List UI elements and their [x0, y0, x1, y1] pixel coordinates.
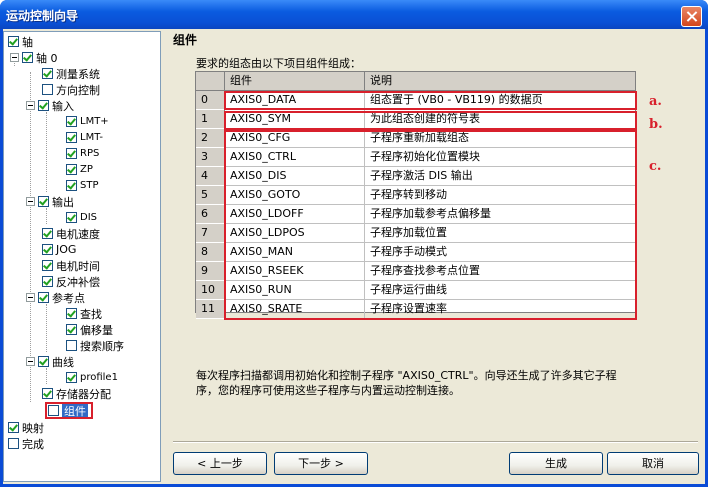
collapse-icon[interactable] [26, 293, 35, 302]
checkbox-icon [38, 196, 49, 207]
row-index-cell: 7 [196, 224, 225, 243]
tree-item-backlash[interactable]: 反冲补偿 [42, 274, 100, 289]
separator [173, 441, 698, 443]
title-bar: 运动控制向导 [0, 0, 708, 29]
annotation-box-b [224, 111, 637, 130]
checkbox-icon [66, 340, 77, 351]
tree-item-profile1[interactable]: profile1 [66, 370, 118, 385]
tree-item-profile[interactable]: 曲线 [26, 354, 74, 369]
collapse-icon[interactable] [10, 53, 19, 62]
tree-item-axis[interactable]: 轴 [8, 34, 33, 49]
row-index-cell: 3 [196, 148, 225, 167]
tree-item-direction[interactable]: 方向控制 [42, 82, 100, 97]
annotation-label-c: c. [649, 159, 662, 174]
back-button[interactable]: < 上一步 [173, 452, 267, 475]
checkbox-icon [66, 212, 77, 223]
tree-item-offset[interactable]: 偏移量 [66, 322, 113, 337]
checkbox-icon [42, 276, 53, 287]
tree-item-axis0[interactable]: 轴 0 [10, 50, 58, 65]
column-header-index [196, 72, 225, 91]
checkbox-icon [22, 52, 33, 63]
highlight-frame [45, 402, 93, 419]
checkbox-icon [38, 292, 49, 303]
checkbox-icon [66, 308, 77, 319]
tree-item-lmt-plus[interactable]: LMT+ [66, 114, 109, 129]
tree-item-finish[interactable]: 完成 [8, 436, 44, 451]
checkbox-icon [42, 228, 53, 239]
row-index-cell: 0 [196, 91, 225, 110]
tree-item-mapping[interactable]: 映射 [8, 420, 44, 435]
tree-item-rps[interactable]: RPS [66, 146, 99, 161]
annotation-label-a: a. [649, 94, 662, 109]
collapse-icon[interactable] [26, 101, 35, 110]
tree-item-outputs[interactable]: 输出 [26, 194, 74, 209]
row-index-cell: 8 [196, 243, 225, 262]
checkbox-icon [8, 438, 19, 449]
checkbox-icon [66, 372, 77, 383]
intro-text: 要求的组态由以下项目组件组成： [196, 57, 361, 70]
checkbox-icon [66, 116, 77, 127]
collapse-icon[interactable] [26, 197, 35, 206]
row-index-cell: 4 [196, 167, 225, 186]
tree-item-lmt-minus[interactable]: LMT- [66, 130, 103, 145]
checkbox-icon [66, 164, 77, 175]
checkbox-icon [42, 260, 53, 271]
column-header-description: 说明 [365, 72, 635, 91]
checkbox-icon [38, 100, 49, 111]
checkbox-icon [42, 244, 53, 255]
checkbox-icon [8, 422, 19, 433]
dialog-client-area: 轴 轴 0 测量系统 方向控制 输入 LMT+ LMT- RPS ZP STP … [3, 29, 705, 484]
column-header-component: 组件 [225, 72, 365, 91]
wizard-steps-tree[interactable]: 轴 轴 0 测量系统 方向控制 输入 LMT+ LMT- RPS ZP STP … [3, 31, 161, 482]
tree-item-reference[interactable]: 参考点 [26, 290, 85, 305]
checkbox-icon [8, 36, 19, 47]
row-index-cell: 1 [196, 110, 225, 129]
annotation-box-a [224, 91, 637, 110]
page-title: 组件 [173, 33, 198, 47]
tree-item-dis[interactable]: DIS [66, 210, 97, 225]
tree-item-motor-time[interactable]: 电机时间 [42, 258, 100, 273]
next-button[interactable]: 下一步 > [274, 452, 368, 475]
table-header: 组件 说明 [196, 72, 635, 91]
collapse-icon[interactable] [26, 357, 35, 366]
checkbox-icon [66, 324, 77, 335]
row-index-cell: 11 [196, 300, 225, 319]
checkbox-icon [42, 84, 53, 95]
checkbox-icon [42, 68, 53, 79]
tree-item-stp[interactable]: STP [66, 178, 99, 193]
row-index-cell: 5 [196, 186, 225, 205]
wizard-window: 运动控制向导 轴 轴 0 测量系统 方向控制 输入 LMT+ LMT- RPS … [0, 0, 708, 487]
tree-item-seek[interactable]: 查找 [66, 306, 102, 321]
cancel-button[interactable]: 取消 [607, 452, 699, 475]
tree-item-jog[interactable]: JOG [42, 242, 76, 257]
checkbox-icon [66, 180, 77, 191]
tree-item-memory[interactable]: 存储器分配 [42, 386, 111, 401]
checkbox-icon [66, 132, 77, 143]
annotation-box-c [224, 130, 637, 320]
tree-item-inputs[interactable]: 输入 [26, 98, 74, 113]
close-icon[interactable] [681, 6, 702, 27]
row-index-cell: 2 [196, 129, 225, 148]
annotation-label-b: b. [649, 117, 663, 132]
checkbox-icon [38, 356, 49, 367]
tree-item-motor-speed[interactable]: 电机速度 [42, 226, 100, 241]
footer-description: 每次程序扫描都调用初始化和控制子程序 "AXIS0_CTRL"。向导还生成了许多… [196, 369, 617, 397]
tree-item-measurement[interactable]: 测量系统 [42, 66, 100, 81]
checkbox-icon [66, 148, 77, 159]
row-index-cell: 10 [196, 281, 225, 300]
checkbox-icon [42, 388, 53, 399]
tree-item-search-order[interactable]: 搜索顺序 [66, 338, 124, 353]
window-title: 运动控制向导 [6, 9, 79, 23]
tree-item-zp[interactable]: ZP [66, 162, 93, 177]
row-index-cell: 9 [196, 262, 225, 281]
generate-button[interactable]: 生成 [509, 452, 603, 475]
row-index-cell: 6 [196, 205, 225, 224]
